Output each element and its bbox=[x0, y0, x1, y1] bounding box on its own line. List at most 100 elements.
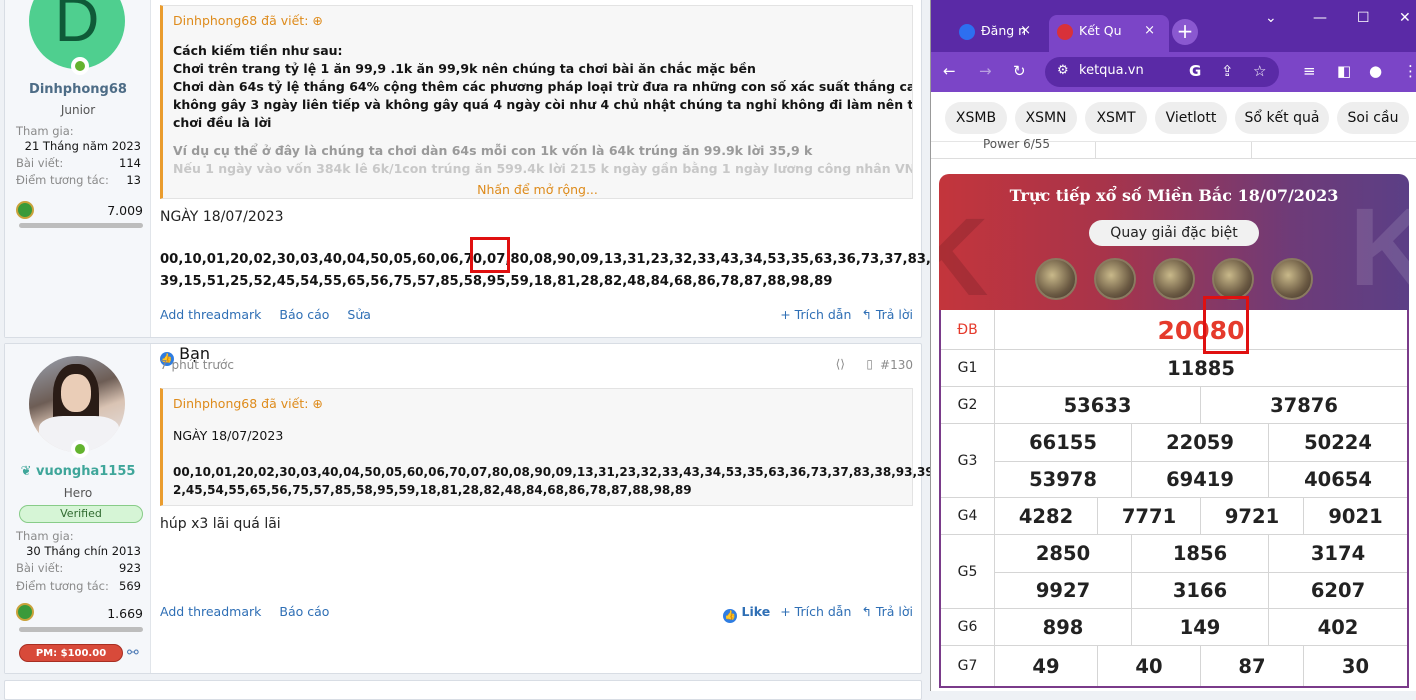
zalo-icon bbox=[959, 24, 975, 40]
minimize-button[interactable]: — bbox=[1313, 10, 1327, 26]
banner-title: Trực tiếp xổ số Miền Bắc 18/07/2023 bbox=[1009, 186, 1339, 205]
side-panel-icon[interactable]: ◧ bbox=[1337, 62, 1351, 80]
google-icon[interactable]: G bbox=[1189, 62, 1201, 80]
reply-button[interactable]: ↰ Trả lời bbox=[861, 604, 913, 623]
browser-tab[interactable]: Đăng n × bbox=[951, 15, 1037, 52]
menu-icon[interactable]: ⋮ bbox=[1403, 62, 1416, 80]
username[interactable]: ❦ vuongha1155 bbox=[5, 464, 151, 479]
prize-row-g2: G2 53633 37876 bbox=[941, 387, 1407, 424]
bookmark-star-icon[interactable]: ☆ bbox=[1253, 62, 1266, 80]
quote-line: Chơi trên trang tỷ lệ 1 ăn 99,9 .1k ăn 9… bbox=[173, 61, 756, 76]
share-icon[interactable]: ⚯ bbox=[127, 645, 139, 661]
online-indicator-icon bbox=[71, 440, 89, 458]
prize-number: 40654 bbox=[1304, 468, 1372, 491]
quote-line: Chơi dàn 64s tỷ lệ thắng 64% cộng thêm c… bbox=[173, 79, 913, 94]
lottery-ball-icon bbox=[1153, 258, 1195, 300]
nav-chip-xsmt[interactable]: XSMT bbox=[1085, 102, 1147, 134]
power-row: Power 6/55 bbox=[931, 137, 1416, 159]
quote-author[interactable]: Dinhphong68 đã viết: ⊕ bbox=[173, 396, 323, 411]
prize-row-g6: G6 898 149 402 bbox=[941, 609, 1407, 646]
add-threadmark-link[interactable]: Add threadmark bbox=[160, 604, 261, 623]
ketqua-favicon-icon bbox=[1057, 24, 1073, 40]
prize-number: 30 bbox=[1341, 654, 1370, 678]
avatar[interactable] bbox=[29, 356, 125, 452]
online-indicator-icon bbox=[71, 57, 89, 75]
highlight-box bbox=[1203, 296, 1249, 354]
report-link[interactable]: Báo cáo bbox=[279, 307, 329, 322]
brand-watermark-icon: K bbox=[939, 196, 989, 310]
prize-number: 37876 bbox=[1270, 394, 1338, 417]
user-title: Hero bbox=[63, 486, 93, 500]
nav-chip-xsmn[interactable]: XSMN bbox=[1015, 102, 1077, 134]
maximize-button[interactable]: ☐ bbox=[1357, 10, 1370, 26]
level-bar bbox=[19, 223, 143, 228]
prize-label: G3 bbox=[941, 424, 995, 497]
address-bar[interactable]: ⚙ ketqua.vn bbox=[1045, 57, 1279, 87]
verified-badge: Verified bbox=[19, 505, 143, 523]
expand-quote-link[interactable]: Nhấn để mở rộng... bbox=[163, 182, 912, 197]
nav-chip-so-ket-qua[interactable]: Sổ kết quả bbox=[1235, 102, 1329, 134]
quote-button[interactable]: + Trích dẫn bbox=[780, 307, 851, 322]
quote-date: NGÀY 18/07/2023 bbox=[173, 428, 284, 443]
post-time[interactable]: 7 phút trước bbox=[160, 358, 234, 372]
report-link[interactable]: Báo cáo bbox=[279, 604, 329, 623]
user-sidebar: ❦ vuongha1155 Hero Verified Tham gia: 30… bbox=[5, 344, 151, 673]
quote-author[interactable]: Dinhphong68 đã viết: ⊕ bbox=[173, 13, 323, 28]
prize-number: 66155 bbox=[995, 424, 1132, 461]
close-tab-icon[interactable]: × bbox=[1020, 15, 1031, 47]
prize-number: 53633 bbox=[995, 387, 1201, 424]
media-icon[interactable]: ≡ bbox=[1303, 62, 1316, 80]
highlight-box bbox=[470, 237, 510, 273]
prize-number: 3174 bbox=[1310, 542, 1366, 565]
share-page-icon[interactable]: ⇪ bbox=[1221, 62, 1234, 80]
close-window-button[interactable]: ✕ bbox=[1399, 10, 1411, 26]
add-threadmark-link[interactable]: Add threadmark bbox=[160, 307, 261, 322]
prize-number: 898 bbox=[995, 609, 1132, 646]
post-actions: Add threadmark Báo cáo Sửa + Trích dẫn ↰… bbox=[160, 307, 913, 322]
lottery-ball-icon bbox=[1094, 258, 1136, 300]
url-text[interactable]: ketqua.vn bbox=[1079, 63, 1144, 78]
number-list: 00,10,01,20,02,30,03,40,04,50,05,60,06,7… bbox=[160, 249, 978, 293]
pm-badge[interactable]: PM: $100.00 bbox=[19, 644, 123, 662]
prize-number: 40 bbox=[1098, 646, 1201, 686]
spin-special-prize-button[interactable]: Quay giải đặc biệt bbox=[1089, 220, 1259, 246]
new-tab-button[interactable]: + bbox=[1172, 19, 1198, 45]
quote-line: không gây 3 ngày liên tiếp và không gây … bbox=[173, 97, 913, 112]
quote-line: chơi đều là lời bbox=[173, 115, 272, 130]
browser-toolbar: ← → ↻ ⚙ ketqua.vn G ⇪ ☆ ≡ ◧ ● ⋮ bbox=[931, 52, 1416, 92]
like-button[interactable]: 👍 Like bbox=[723, 604, 770, 623]
table-divider bbox=[1095, 142, 1096, 158]
tab-search-icon[interactable]: ⌄ bbox=[1265, 10, 1277, 26]
prize-number: 22059 bbox=[1132, 424, 1269, 461]
level-bar bbox=[19, 627, 143, 632]
quote-button[interactable]: + Trích dẫn bbox=[780, 604, 851, 623]
back-icon[interactable]: ← bbox=[943, 62, 956, 80]
forward-icon[interactable]: → bbox=[979, 62, 992, 80]
profile-icon[interactable]: ● bbox=[1369, 62, 1382, 80]
posts-stat: Bài viết: 114 bbox=[16, 156, 141, 170]
share-icon[interactable]: ⟨⟩ bbox=[836, 357, 845, 371]
prize-number: 87 bbox=[1201, 646, 1304, 686]
close-tab-icon[interactable]: × bbox=[1144, 15, 1155, 47]
joined-value: 21 Tháng năm 2023 bbox=[24, 139, 141, 153]
nav-chip-soi-cau[interactable]: Soi cầu bbox=[1337, 102, 1409, 134]
prize-number: 7771 bbox=[1098, 498, 1201, 535]
prize-number: 9721 bbox=[1201, 498, 1304, 535]
edit-link[interactable]: Sửa bbox=[347, 307, 371, 322]
bookmark-icon[interactable]: ▯ bbox=[866, 357, 873, 371]
joined-label: Tham gia: bbox=[16, 124, 74, 138]
live-draw-banner: K K Trực tiếp xổ số Miền Bắc 18/07/2023 … bbox=[939, 174, 1409, 310]
reply-button[interactable]: ↰ Trả lời bbox=[861, 307, 913, 322]
nav-chip-xsmb[interactable]: XSMB bbox=[945, 102, 1007, 134]
quote-numbers: 00,10,01,20,02,30,03,40,04,50,05,60,06,7… bbox=[173, 463, 1010, 499]
joined-value: 30 Tháng chín 2013 bbox=[26, 544, 141, 558]
reload-icon[interactable]: ↻ bbox=[1013, 62, 1026, 80]
post-number[interactable]: #130 bbox=[880, 358, 913, 372]
prize-row-db: ĐB 20080 bbox=[941, 310, 1407, 350]
prize-label: ĐB bbox=[941, 310, 995, 349]
username[interactable]: Dinhphong68 bbox=[5, 82, 151, 97]
nav-chip-vietlott[interactable]: Vietlott bbox=[1155, 102, 1227, 134]
site-info-icon[interactable]: ⚙ bbox=[1057, 63, 1069, 78]
prize-number: 6207 bbox=[1310, 579, 1366, 602]
browser-tab-active[interactable]: Kết Qu × bbox=[1049, 15, 1169, 52]
